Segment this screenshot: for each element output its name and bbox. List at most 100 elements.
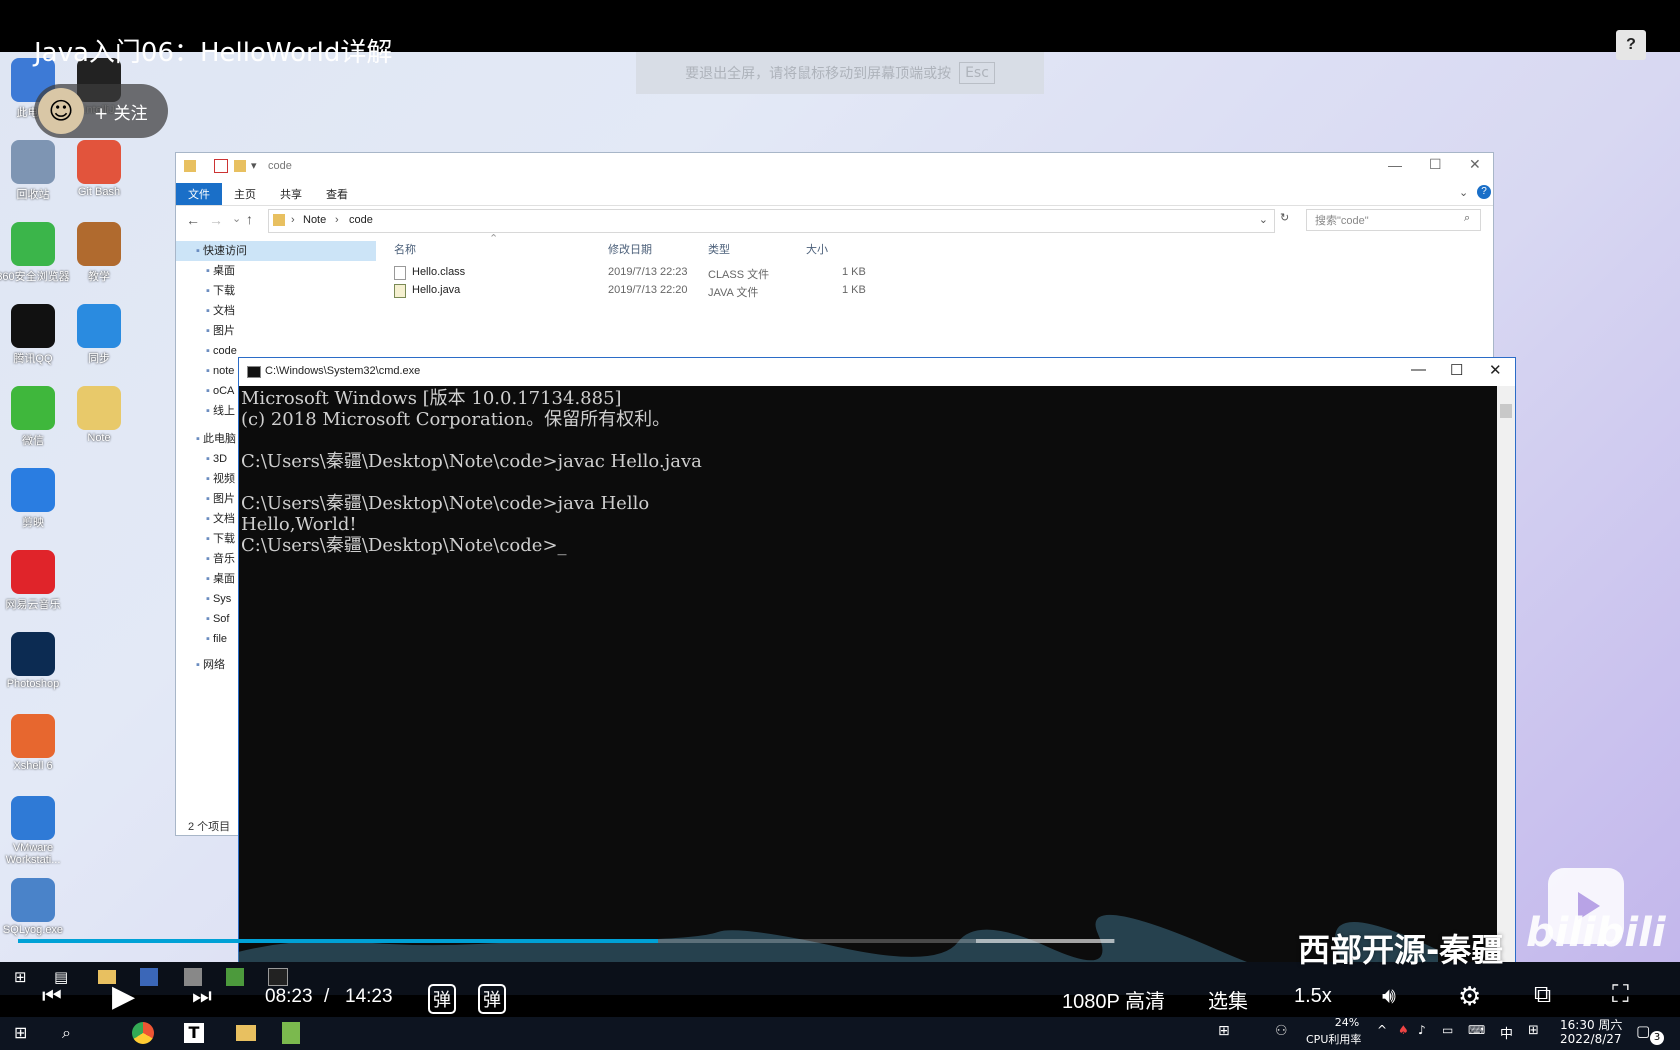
- nav-item[interactable]: ▪ 网络: [196, 655, 225, 675]
- file-explorer-task-icon[interactable]: [236, 1025, 256, 1041]
- file-row[interactable]: Hello.class 2019/7/13 22:23 CLASS 文件 1 K…: [394, 265, 874, 283]
- properties-icon[interactable]: [214, 159, 228, 173]
- nav-item[interactable]: ▪ 快速访问: [196, 241, 247, 261]
- nav-item[interactable]: ▪ 此电脑: [196, 429, 236, 449]
- tray-expand-icon[interactable]: ^: [1377, 1023, 1387, 1037]
- follow-button[interactable]: + 关注: [94, 99, 148, 124]
- desktop-icon[interactable]: Xshell 6: [0, 714, 70, 772]
- play-icon[interactable]: ▶: [112, 979, 135, 1014]
- nav-item[interactable]: ▪ 图片: [206, 321, 235, 341]
- maximize-icon[interactable]: ☐: [1450, 361, 1463, 379]
- desktop-icon[interactable]: 腾讯QQ: [0, 304, 70, 366]
- tray-keyboard-icon[interactable]: ⌨: [1468, 1023, 1485, 1037]
- desktop-icon[interactable]: VMware Workstati...: [0, 796, 70, 866]
- nav-item[interactable]: ▪ 下载: [206, 281, 235, 301]
- settings-gear-icon[interactable]: ⚙: [1458, 981, 1481, 1012]
- nav-item[interactable]: ▪ Sof: [206, 609, 229, 629]
- fullscreen-exit-icon[interactable]: ⛶: [1612, 981, 1629, 1009]
- desktop-icon[interactable]: 剪映: [0, 468, 70, 530]
- nav-item[interactable]: ▪ 图片: [206, 489, 235, 509]
- desktop-icon[interactable]: 教学: [62, 222, 136, 284]
- quick-access-dropdown-icon[interactable]: ▾: [251, 159, 257, 172]
- input-method-icon[interactable]: ⊞: [1218, 1023, 1230, 1039]
- desktop-icon[interactable]: 网易云音乐: [0, 550, 70, 612]
- nav-item[interactable]: ▪ code: [206, 341, 237, 361]
- volume-icon[interactable]: 🔊︎: [1382, 983, 1396, 1009]
- refresh-icon[interactable]: ↻: [1280, 211, 1289, 224]
- nav-item[interactable]: ▪ 音乐: [206, 549, 235, 569]
- next-icon[interactable]: ⏭: [192, 983, 212, 1009]
- ribbon-expand-icon[interactable]: ⌄: [1459, 186, 1468, 199]
- minimize-icon[interactable]: —: [1411, 361, 1426, 378]
- column-header-name[interactable]: 名称: [394, 241, 416, 257]
- nav-item[interactable]: ▪ 桌面: [206, 261, 235, 281]
- clock-date[interactable]: 2022/8/27: [1560, 1032, 1622, 1046]
- back-arrow-icon[interactable]: ←: [186, 212, 200, 228]
- notepadpp-task-icon[interactable]: [282, 1022, 300, 1044]
- chrome-task-icon[interactable]: [132, 1022, 154, 1044]
- desktop-icon[interactable]: 回收站: [0, 140, 70, 202]
- quality-selector[interactable]: 1080P 高清: [1062, 985, 1165, 1014]
- nav-item[interactable]: ▪ 文档: [206, 509, 235, 529]
- ribbon-tab-view[interactable]: 查看: [314, 183, 360, 205]
- ribbon-tab-share[interactable]: 共享: [268, 183, 314, 205]
- danmaku-toggle-icon[interactable]: 弹: [428, 984, 456, 1014]
- tray-app-icon[interactable]: ♠: [1398, 1023, 1409, 1037]
- typora-task-icon[interactable]: T: [184, 1023, 204, 1043]
- nav-item[interactable]: ▪ 桌面: [206, 569, 235, 589]
- progress-fill[interactable]: [18, 939, 658, 943]
- desktop-icon[interactable]: Photoshop: [0, 632, 70, 690]
- address-dropdown-icon[interactable]: ⌄: [1259, 213, 1268, 226]
- cmd-scrollbar[interactable]: [1497, 386, 1515, 962]
- start-icon[interactable]: ⊞: [14, 1023, 27, 1042]
- desktop-icon[interactable]: 360安全浏览器: [0, 222, 70, 284]
- tray-volume-icon[interactable]: ♪: [1418, 1023, 1426, 1037]
- nav-item[interactable]: ▪ oCA: [206, 381, 234, 401]
- breadcrumb-code[interactable]: code: [349, 214, 373, 226]
- ribbon-tab-home[interactable]: 主页: [222, 183, 268, 205]
- nav-item[interactable]: ▪ 视频: [206, 469, 235, 489]
- maximize-icon[interactable]: ☐: [1429, 156, 1442, 173]
- close-icon[interactable]: ✕: [1469, 156, 1481, 173]
- ime-indicator[interactable]: 中: [1500, 1023, 1513, 1042]
- ribbon-tab-file[interactable]: 文件: [176, 183, 222, 205]
- scroll-thumb[interactable]: [1500, 404, 1512, 418]
- nav-item[interactable]: ▪ note: [206, 361, 234, 381]
- cmd-output[interactable]: Microsoft Windows [版本 10.0.17134.885] (c…: [241, 388, 1495, 962]
- breadcrumb-note[interactable]: Note: [303, 214, 326, 226]
- minimize-icon[interactable]: —: [1388, 157, 1402, 173]
- close-icon[interactable]: ✕: [1489, 361, 1502, 379]
- address-bar[interactable]: › Note › code ⌄: [268, 209, 1275, 233]
- desktop-icon[interactable]: SQLyog.exe: [0, 878, 70, 936]
- nav-item[interactable]: ▪ file: [206, 629, 227, 649]
- pip-icon[interactable]: ⧉: [1534, 981, 1551, 1009]
- nav-item[interactable]: ▪ 文档: [206, 301, 235, 321]
- previous-icon[interactable]: ⏮: [42, 983, 62, 1009]
- ime-mode-icon[interactable]: ⊞: [1528, 1023, 1539, 1038]
- nav-item[interactable]: ▪ 3D: [206, 449, 227, 469]
- recent-dropdown-icon[interactable]: ⌄: [232, 212, 241, 225]
- episodes-button[interactable]: 选集: [1208, 985, 1248, 1014]
- tray-network-icon[interactable]: ▭: [1442, 1023, 1453, 1037]
- desktop-icon[interactable]: Note: [62, 386, 136, 444]
- new-folder-icon[interactable]: [234, 160, 246, 172]
- column-header-date[interactable]: 修改日期: [608, 241, 652, 257]
- speed-selector[interactable]: 1.5x: [1294, 985, 1332, 1008]
- up-arrow-icon[interactable]: ↑: [246, 211, 253, 227]
- danmaku-settings-icon[interactable]: 弹: [478, 984, 506, 1014]
- column-header-type[interactable]: 类型: [708, 241, 730, 257]
- nav-item[interactable]: ▪ 线上: [206, 401, 235, 421]
- file-row[interactable]: Hello.java 2019/7/13 22:20 JAVA 文件 1 KB: [394, 283, 874, 301]
- search-input[interactable]: 搜索"code": [1306, 209, 1481, 231]
- desktop-icon[interactable]: Git Bash: [62, 140, 136, 198]
- uploader-follow[interactable]: ☺ + 关注: [34, 84, 168, 138]
- help-icon[interactable]: ?: [1477, 185, 1491, 199]
- desktop-icon[interactable]: 微信: [0, 386, 70, 448]
- forward-arrow-icon[interactable]: →: [209, 212, 223, 228]
- nav-item[interactable]: ▪ 下载: [206, 529, 235, 549]
- desktop-icon[interactable]: 同步: [62, 304, 136, 366]
- nav-item[interactable]: ▪ Sys: [206, 589, 231, 609]
- clock-time[interactable]: 16:30 周六: [1560, 1016, 1622, 1033]
- search-icon[interactable]: ⌕: [62, 1023, 71, 1043]
- people-icon[interactable]: ⚇: [1275, 1023, 1288, 1039]
